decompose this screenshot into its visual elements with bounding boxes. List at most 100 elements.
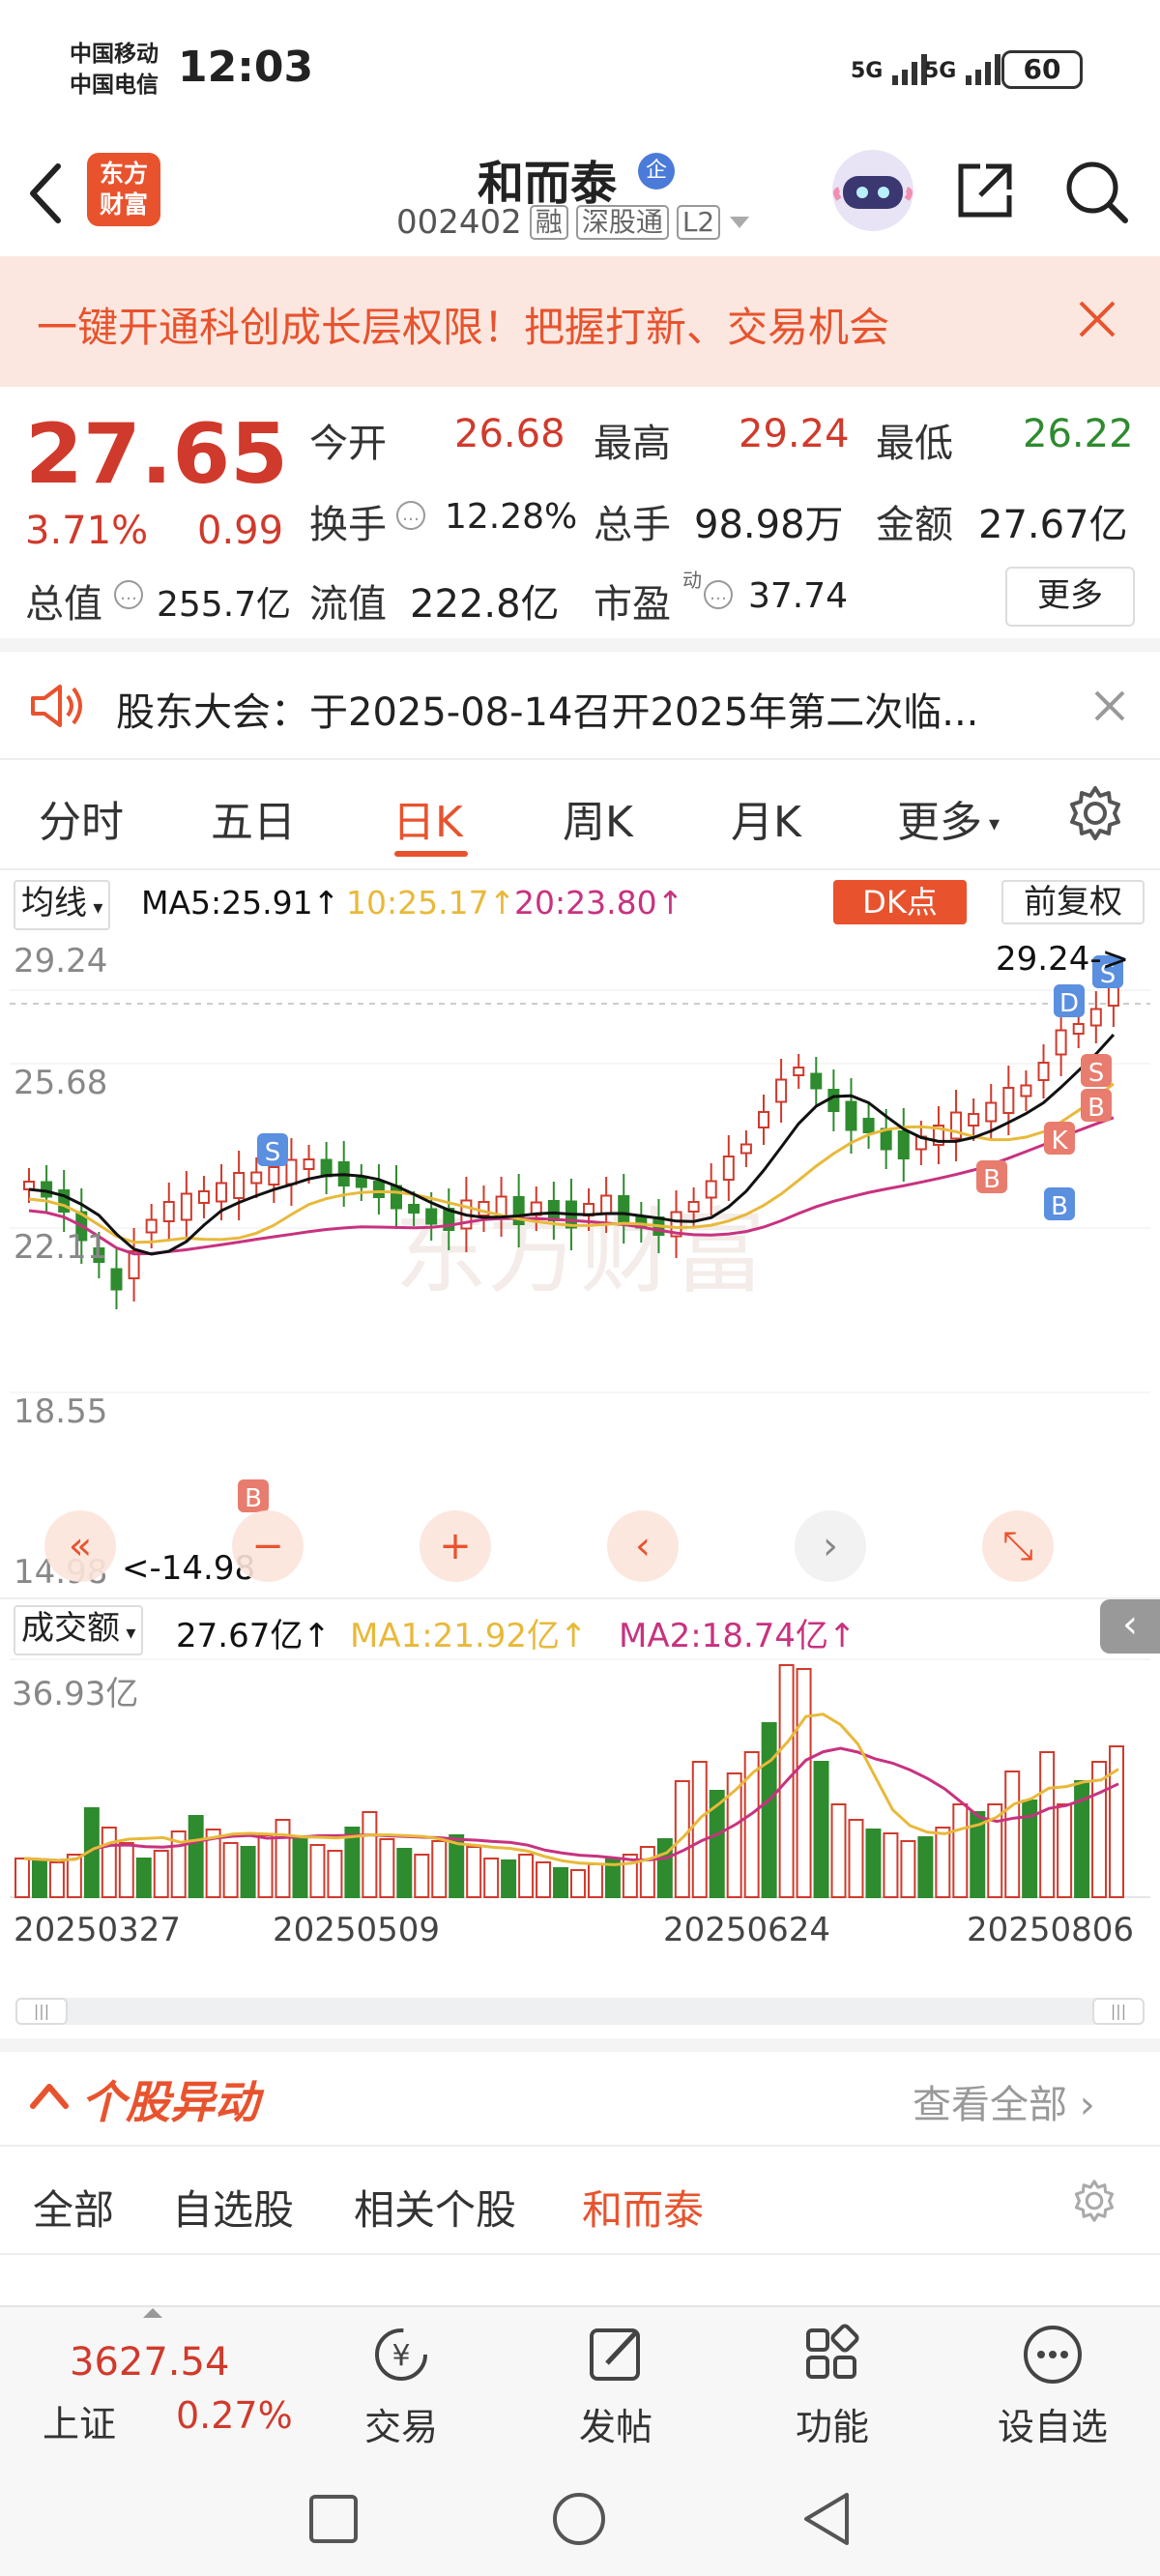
- ma-selector[interactable]: 均线 ▾: [14, 880, 111, 930]
- stock-code-row[interactable]: 002402 融 深股通 L2: [396, 203, 751, 242]
- app-logo[interactable]: 东方 财富: [87, 153, 160, 226]
- volume-bar: [917, 1836, 934, 1898]
- see-all-link[interactable]: 查看全部 ›: [913, 2073, 1095, 2129]
- settings-gear-icon[interactable]: [1065, 783, 1125, 847]
- change-amount: 0.99: [197, 509, 284, 553]
- scroll-left-fast-icon[interactable]: «: [44, 1510, 116, 1582]
- signal-badge-label: B: [1051, 1192, 1068, 1221]
- nav-functions[interactable]: 功能: [769, 2321, 895, 2450]
- more-dots-icon: [1024, 2326, 1082, 2384]
- back-arrow-icon[interactable]: [21, 155, 70, 236]
- caret-up-icon: [141, 2305, 164, 2324]
- scroll-right-icon[interactable]: ›: [795, 1510, 866, 1582]
- volume-bar: [257, 1834, 274, 1898]
- dk-point-button[interactable]: DK点: [833, 880, 967, 924]
- volume-amount: 27.67亿↑: [176, 1617, 331, 1655]
- info-icon[interactable]: …: [704, 580, 733, 609]
- kline-chart[interactable]: 东方财富 SBDKSBBBS 29.24 25.68 22.11 18.55 1…: [10, 936, 1150, 1597]
- scroll-left-icon[interactable]: ‹: [607, 1510, 679, 1582]
- volume-bar: [414, 1854, 430, 1898]
- more-button[interactable]: 更多: [1005, 567, 1135, 627]
- chevron-up-icon[interactable]: [27, 2073, 72, 2122]
- home-icon[interactable]: [551, 2491, 607, 2551]
- candle-body: [985, 1101, 998, 1123]
- adjust-button[interactable]: 前复权: [1001, 880, 1145, 924]
- volume-bar: [31, 1859, 47, 1898]
- promo-banner[interactable]: 一键开通科创成长层权限！把握打新、交易机会: [0, 256, 1160, 387]
- tab-monthly-k[interactable]: 月K: [731, 787, 801, 849]
- candle-body: [408, 1204, 420, 1214]
- volume-bar: [883, 1832, 899, 1898]
- date-label-1: 20250327: [14, 1911, 182, 1949]
- robot-assistant-icon[interactable]: [829, 147, 916, 238]
- volume-bar: [396, 1848, 413, 1898]
- nav-add-watchlist[interactable]: 设自选: [990, 2321, 1116, 2450]
- back-triangle-icon[interactable]: [800, 2491, 853, 2551]
- volume-bar: [518, 1854, 535, 1898]
- volume-bar: [431, 1840, 448, 1898]
- info-icon[interactable]: …: [114, 580, 143, 609]
- tab-intraday[interactable]: 分时: [39, 787, 124, 849]
- range-scroller[interactable]: ||| |||: [15, 1998, 1145, 2025]
- ma5-value: MA5:25.91↑: [141, 884, 340, 922]
- tab-weekly-k[interactable]: 周K: [563, 787, 633, 849]
- info-icon[interactable]: …: [396, 501, 425, 530]
- index-change: 0.27%: [176, 2394, 293, 2437]
- candle-body: [233, 1172, 246, 1199]
- edit-icon: [590, 2328, 640, 2381]
- filter-all[interactable]: 全部: [33, 2178, 114, 2237]
- search-icon[interactable]: [1061, 157, 1131, 230]
- candle-body: [372, 1181, 385, 1198]
- date-label-3: 20250624: [663, 1911, 831, 1949]
- signal-badge-label: B: [245, 1484, 262, 1513]
- volume-bar: [14, 1858, 30, 1898]
- nav-post[interactable]: 发帖: [553, 2321, 679, 2450]
- candle-body: [1055, 1029, 1067, 1056]
- volume-bar: [900, 1840, 916, 1898]
- recent-apps-icon[interactable]: [307, 2493, 360, 2549]
- share-icon[interactable]: [951, 157, 1019, 228]
- candle-body: [950, 1111, 963, 1140]
- volume-bar: [691, 1761, 708, 1898]
- volume-legend: 成交额 ▾ 27.67亿↑ MA1:21.92亿↑ MA2:18.74亿↑ ‹: [0, 1597, 1160, 1655]
- filter-watchlist[interactable]: 自选股: [172, 2178, 294, 2237]
- zoom-in-icon[interactable]: +: [420, 1510, 491, 1582]
- zoom-out-icon[interactable]: −: [232, 1510, 304, 1582]
- volume-bar: [48, 1861, 65, 1898]
- filter-related[interactable]: 相关个股: [354, 2178, 516, 2237]
- fullscreen-icon[interactable]: ⤡: [982, 1510, 1054, 1582]
- ma-legend: 均线 ▾ MA5:25.91↑ 10:25.17↑ 20:23.80↑ DK点 …: [0, 870, 1160, 936]
- volume-selector[interactable]: 成交额 ▾: [14, 1605, 144, 1655]
- range-handle-right[interactable]: |||: [1092, 1998, 1145, 2025]
- volume-canvas: [10, 1658, 1150, 1898]
- filter-stock[interactable]: 和而泰: [582, 2178, 704, 2237]
- y-label-2: 25.68: [14, 1064, 108, 1102]
- candle-body: [110, 1268, 123, 1291]
- volume-selector-label: 成交额: [21, 1609, 120, 1648]
- collapse-panel-icon[interactable]: ‹: [1100, 1599, 1160, 1654]
- notice-bar[interactable]: 股东大会：于2025-08-14召开2025年第二次临...: [0, 652, 1160, 758]
- nav-trade[interactable]: ¥ 交易: [338, 2321, 464, 2450]
- tab-five-day[interactable]: 五日: [211, 787, 296, 849]
- volume-label: 总手: [594, 503, 671, 547]
- close-icon[interactable]: [1073, 295, 1121, 347]
- high-label: 最高: [594, 422, 671, 466]
- kline-canvas: 东方财富 SBDKSBBBS: [10, 955, 1150, 1513]
- candle-body: [862, 1118, 875, 1133]
- close-icon[interactable]: [1090, 687, 1129, 729]
- see-all-label: 查看全部: [913, 2083, 1067, 2127]
- tab-more[interactable]: 更多 ▾: [897, 787, 1000, 849]
- tab-daily-k[interactable]: 日K: [392, 787, 463, 849]
- grid-icon: [806, 2324, 859, 2379]
- candle-body: [968, 1113, 980, 1127]
- index-value[interactable]: 3627.54: [70, 2340, 229, 2385]
- range-handle-left[interactable]: |||: [15, 1998, 68, 2025]
- volume-bar: [813, 1761, 829, 1898]
- settings-gear-icon[interactable]: [1071, 2178, 1117, 2228]
- signal-badge-label: B: [983, 1165, 1000, 1194]
- turnover-label: 换手: [309, 503, 387, 547]
- candle-body: [1037, 1062, 1050, 1081]
- volume-chart: 36.93亿 20250327 20250509 20250624 202508…: [10, 1655, 1150, 1949]
- candle-body: [775, 1078, 788, 1103]
- volume-bar: [536, 1861, 552, 1898]
